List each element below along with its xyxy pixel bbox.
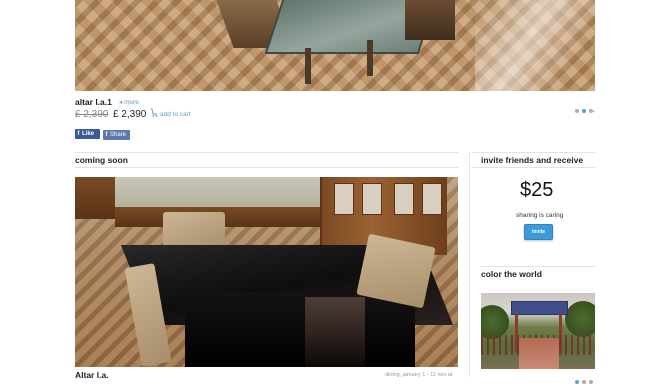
coming-soon-caption[interactable]: Altar l.a. bbox=[75, 370, 109, 380]
slider-dot[interactable] bbox=[589, 380, 593, 384]
slider-dot-active[interactable] bbox=[582, 109, 586, 113]
facebook-icon: f bbox=[77, 131, 80, 137]
divider-mark bbox=[590, 111, 595, 112]
section-divider bbox=[75, 167, 458, 168]
price-current: £ 2,390 bbox=[113, 109, 147, 120]
door-pane bbox=[362, 183, 382, 215]
slider-dot[interactable] bbox=[575, 109, 579, 113]
table-leg-shape bbox=[305, 48, 311, 84]
facebook-share-button[interactable]: f Share bbox=[103, 130, 130, 140]
door-pane bbox=[422, 183, 442, 215]
world-slider-dots bbox=[575, 371, 596, 389]
coming-soon-meta: dining, january 1 - 11 nov at bbox=[385, 372, 453, 378]
section-divider bbox=[481, 266, 595, 267]
table-side-shape bbox=[185, 292, 415, 367]
like-label: Like bbox=[82, 131, 95, 137]
invite-subtext: sharing is caring bbox=[516, 212, 564, 219]
chair-shape bbox=[405, 0, 455, 40]
color-the-world-heading: color the world bbox=[481, 269, 542, 279]
featured-product-image[interactable] bbox=[75, 0, 595, 91]
window-shape bbox=[75, 177, 115, 219]
table-reflection bbox=[305, 297, 365, 367]
tree-shape bbox=[481, 305, 509, 339]
invite-amount: $25 bbox=[520, 179, 554, 201]
price-original: £ 2,390 bbox=[75, 109, 109, 120]
slider-dot[interactable] bbox=[582, 380, 586, 384]
door-pane bbox=[394, 183, 414, 215]
tree-shape bbox=[565, 301, 595, 337]
table-leg-shape bbox=[367, 40, 373, 76]
column-divider bbox=[469, 152, 470, 377]
section-divider bbox=[75, 152, 458, 153]
share-label: Share bbox=[110, 132, 127, 138]
facebook-icon: f bbox=[105, 132, 108, 138]
coming-soon-heading: coming soon bbox=[75, 155, 128, 165]
color-the-world-image[interactable] bbox=[481, 293, 595, 369]
door-pane bbox=[334, 183, 354, 215]
shopping-cart-icon[interactable] bbox=[150, 108, 158, 118]
hero-slider-dots bbox=[575, 100, 596, 118]
slider-dot-active[interactable] bbox=[575, 380, 579, 384]
section-divider bbox=[471, 167, 595, 168]
light-glare bbox=[475, 0, 595, 91]
more-link[interactable]: ◂ more bbox=[119, 98, 139, 106]
invite-heading: invite friends and receive bbox=[481, 155, 584, 165]
product-title[interactable]: altar l.a.1 bbox=[75, 97, 112, 107]
path-shape bbox=[519, 338, 559, 369]
section-divider bbox=[471, 152, 595, 153]
facebook-like-button[interactable]: f Like bbox=[75, 129, 100, 139]
add-to-cart-link[interactable]: add to cart bbox=[160, 111, 191, 118]
coming-soon-image[interactable] bbox=[75, 177, 458, 367]
invite-button[interactable]: invite bbox=[524, 224, 553, 240]
